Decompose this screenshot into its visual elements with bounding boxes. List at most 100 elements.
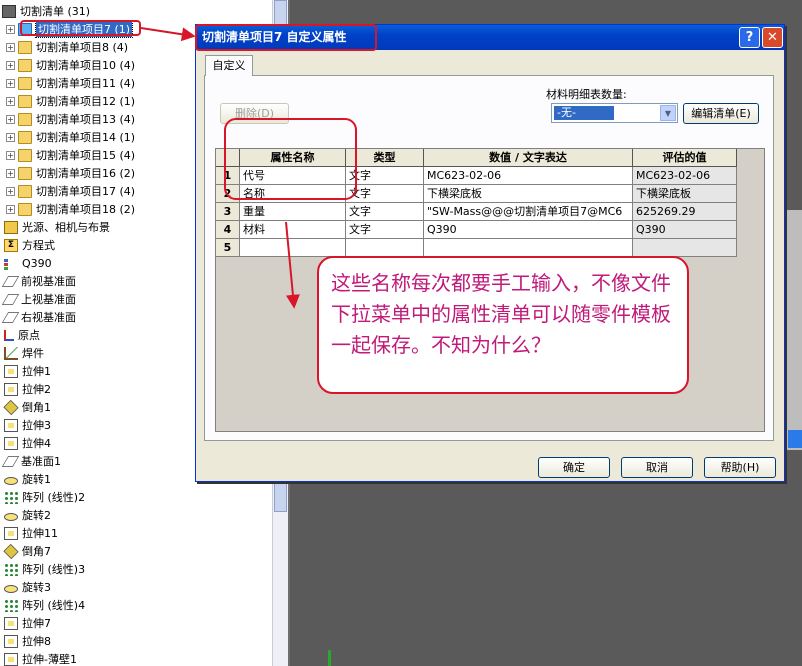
tree-item-cutlist[interactable]: + 切割清单项目12 (1) — [6, 92, 135, 110]
chevron-down-icon[interactable]: ▼ — [660, 105, 676, 121]
cancel-button[interactable]: 取消 — [621, 457, 693, 478]
folder-icon — [18, 76, 32, 90]
expand-icon[interactable]: + — [6, 60, 15, 70]
row-header[interactable]: 4 — [216, 221, 240, 239]
tree-item-label: 旋转1 — [22, 473, 51, 486]
type-cell[interactable]: 文字 — [346, 167, 424, 185]
close-icon[interactable]: ✕ — [762, 27, 783, 48]
column-header[interactable]: 数值 / 文字表达 — [424, 149, 633, 167]
tree-item-feature[interactable]: 上视基准面 — [1, 290, 76, 308]
folder-icon — [18, 112, 32, 126]
tree-item-feature[interactable]: 焊件 — [4, 344, 44, 362]
type-cell[interactable] — [346, 239, 424, 257]
tree-item-feature[interactable]: Σ 方程式 — [4, 236, 55, 254]
bom-quantity-label: 材料明细表数量: — [546, 88, 627, 101]
expand-icon[interactable]: + — [6, 186, 15, 196]
tree-item-label: 焊件 — [22, 347, 44, 360]
tree-item-label: 切割清单项目15 (4) — [36, 149, 136, 162]
tree-item-label: 前视基准面 — [21, 275, 76, 288]
plane-icon — [1, 455, 20, 467]
help-icon[interactable]: ? — [739, 27, 760, 48]
value-expression-cell[interactable]: MC623-02-06 — [424, 167, 633, 185]
tree-item-label: 阵列 (线性)3 — [22, 563, 86, 576]
column-header[interactable]: 评估的值 — [633, 149, 737, 167]
tree-item-label: 倒角1 — [22, 401, 51, 414]
help-button[interactable]: 帮助(H) — [704, 457, 776, 478]
tree-item-cutlist[interactable]: + 切割清单项目11 (4) — [6, 74, 135, 92]
tree-item-feature[interactable]: 拉伸7 — [4, 614, 51, 632]
axis-indicator — [328, 650, 331, 666]
row-header[interactable]: 3 — [216, 203, 240, 221]
tree-item-feature[interactable]: 阵列 (线性)3 — [4, 560, 85, 578]
tree-item-feature[interactable]: 拉伸4 — [4, 434, 51, 452]
expand-icon[interactable]: + — [6, 150, 15, 160]
expand-icon[interactable]: + — [6, 204, 15, 214]
tree-item-feature[interactable]: 拉伸3 — [4, 416, 51, 434]
tree-item-feature[interactable]: 拉伸8 — [4, 632, 51, 650]
property-name-cell[interactable]: 材料 — [240, 221, 346, 239]
tree-item-feature[interactable]: 右视基准面 — [1, 308, 76, 326]
row-header[interactable]: 5 — [216, 239, 240, 257]
ok-button[interactable]: 确定 — [538, 457, 610, 478]
bom-quantity-select[interactable]: -无- ▼ — [551, 103, 678, 123]
extrude-icon — [4, 634, 18, 648]
tree-item-cutlist[interactable]: + 切割清单项目16 (2) — [6, 164, 135, 182]
weldment-icon — [4, 346, 18, 360]
tree-item-cutlist[interactable]: + 切割清单项目18 (2) — [6, 200, 135, 218]
tree-item-cutlist[interactable]: + 切割清单项目10 (4) — [6, 56, 135, 74]
tree-item-feature[interactable]: 拉伸1 — [4, 362, 51, 380]
names-highlight-box — [224, 118, 357, 200]
expand-icon[interactable]: + — [6, 114, 15, 124]
tree-item-feature[interactable]: 前视基准面 — [1, 272, 76, 290]
tree-item-cutlist[interactable]: + 切割清单项目13 (4) — [6, 110, 135, 128]
folder-icon — [18, 202, 32, 216]
tree-item-feature[interactable]: 拉伸-薄壁1 — [4, 650, 77, 666]
tree-item-feature[interactable]: 基准面1 — [1, 452, 61, 470]
expand-icon[interactable]: + — [6, 168, 15, 178]
tree-item-feature[interactable]: 阵列 (线性)4 — [4, 596, 85, 614]
expand-icon[interactable]: + — [6, 78, 15, 88]
value-expression-cell[interactable] — [424, 239, 633, 257]
tree-item-cutlist[interactable]: + 切割清单项目8 (4) — [6, 38, 128, 56]
tree-item-label: 旋转2 — [22, 509, 51, 522]
expand-icon[interactable]: + — [6, 42, 15, 52]
type-cell[interactable]: 文字 — [346, 185, 424, 203]
tree-item-cutlist-root[interactable]: 切割清单 (31) — [2, 2, 90, 20]
tree-item-feature[interactable]: 阵列 (线性)2 — [4, 488, 85, 506]
tree-item-feature[interactable]: 原点 — [4, 326, 40, 344]
tree-item-cutlist[interactable]: + 切割清单项目14 (1) — [6, 128, 135, 146]
value-expression-cell[interactable]: Q390 — [424, 221, 633, 239]
tree-item-feature[interactable]: 拉伸11 — [4, 524, 58, 542]
expand-icon[interactable]: + — [6, 96, 15, 106]
tree-item-label: 拉伸-薄壁1 — [22, 653, 77, 666]
type-cell[interactable]: 文字 — [346, 221, 424, 239]
tree-item-feature[interactable]: 拉伸2 — [4, 380, 51, 398]
column-header[interactable]: 类型 — [346, 149, 424, 167]
tree-item-feature[interactable]: 旋转1 — [4, 470, 51, 488]
tree-item-feature[interactable]: 旋转2 — [4, 506, 51, 524]
extrude-icon — [4, 616, 18, 630]
origin-icon — [4, 329, 14, 341]
tree-item-feature[interactable]: 旋转3 — [4, 578, 51, 596]
tree-item-label: 拉伸8 — [22, 635, 51, 648]
extrude-icon — [4, 526, 18, 540]
expand-icon[interactable]: + — [6, 132, 15, 142]
folder-icon — [18, 40, 32, 54]
edit-list-button[interactable]: 编辑清单(E) — [683, 103, 759, 124]
value-expression-cell[interactable]: "SW-Mass@@@切割清单项目7@MC6 — [424, 203, 633, 221]
tree-item-label: 切割清单项目8 (4) — [36, 41, 129, 54]
tree-item-cutlist[interactable]: + 切割清单项目15 (4) — [6, 146, 135, 164]
tree-item-feature[interactable]: 倒角7 — [3, 542, 51, 560]
expand-icon[interactable]: + — [6, 24, 15, 34]
tree-item-label: 拉伸1 — [22, 365, 51, 378]
tree-item-feature[interactable]: 光源、相机与布景 — [4, 218, 110, 236]
tab-custom[interactable]: 自定义 — [205, 55, 253, 76]
type-cell[interactable]: 文字 — [346, 203, 424, 221]
value-expression-cell[interactable]: 下横梁底板 — [424, 185, 633, 203]
property-name-cell[interactable]: 重量 — [240, 203, 346, 221]
folder-icon — [18, 94, 32, 108]
property-name-cell[interactable] — [240, 239, 346, 257]
tree-item-feature[interactable]: Q390 — [4, 254, 52, 272]
tree-item-cutlist[interactable]: + 切割清单项目17 (4) — [6, 182, 135, 200]
tree-item-feature[interactable]: 倒角1 — [3, 398, 51, 416]
